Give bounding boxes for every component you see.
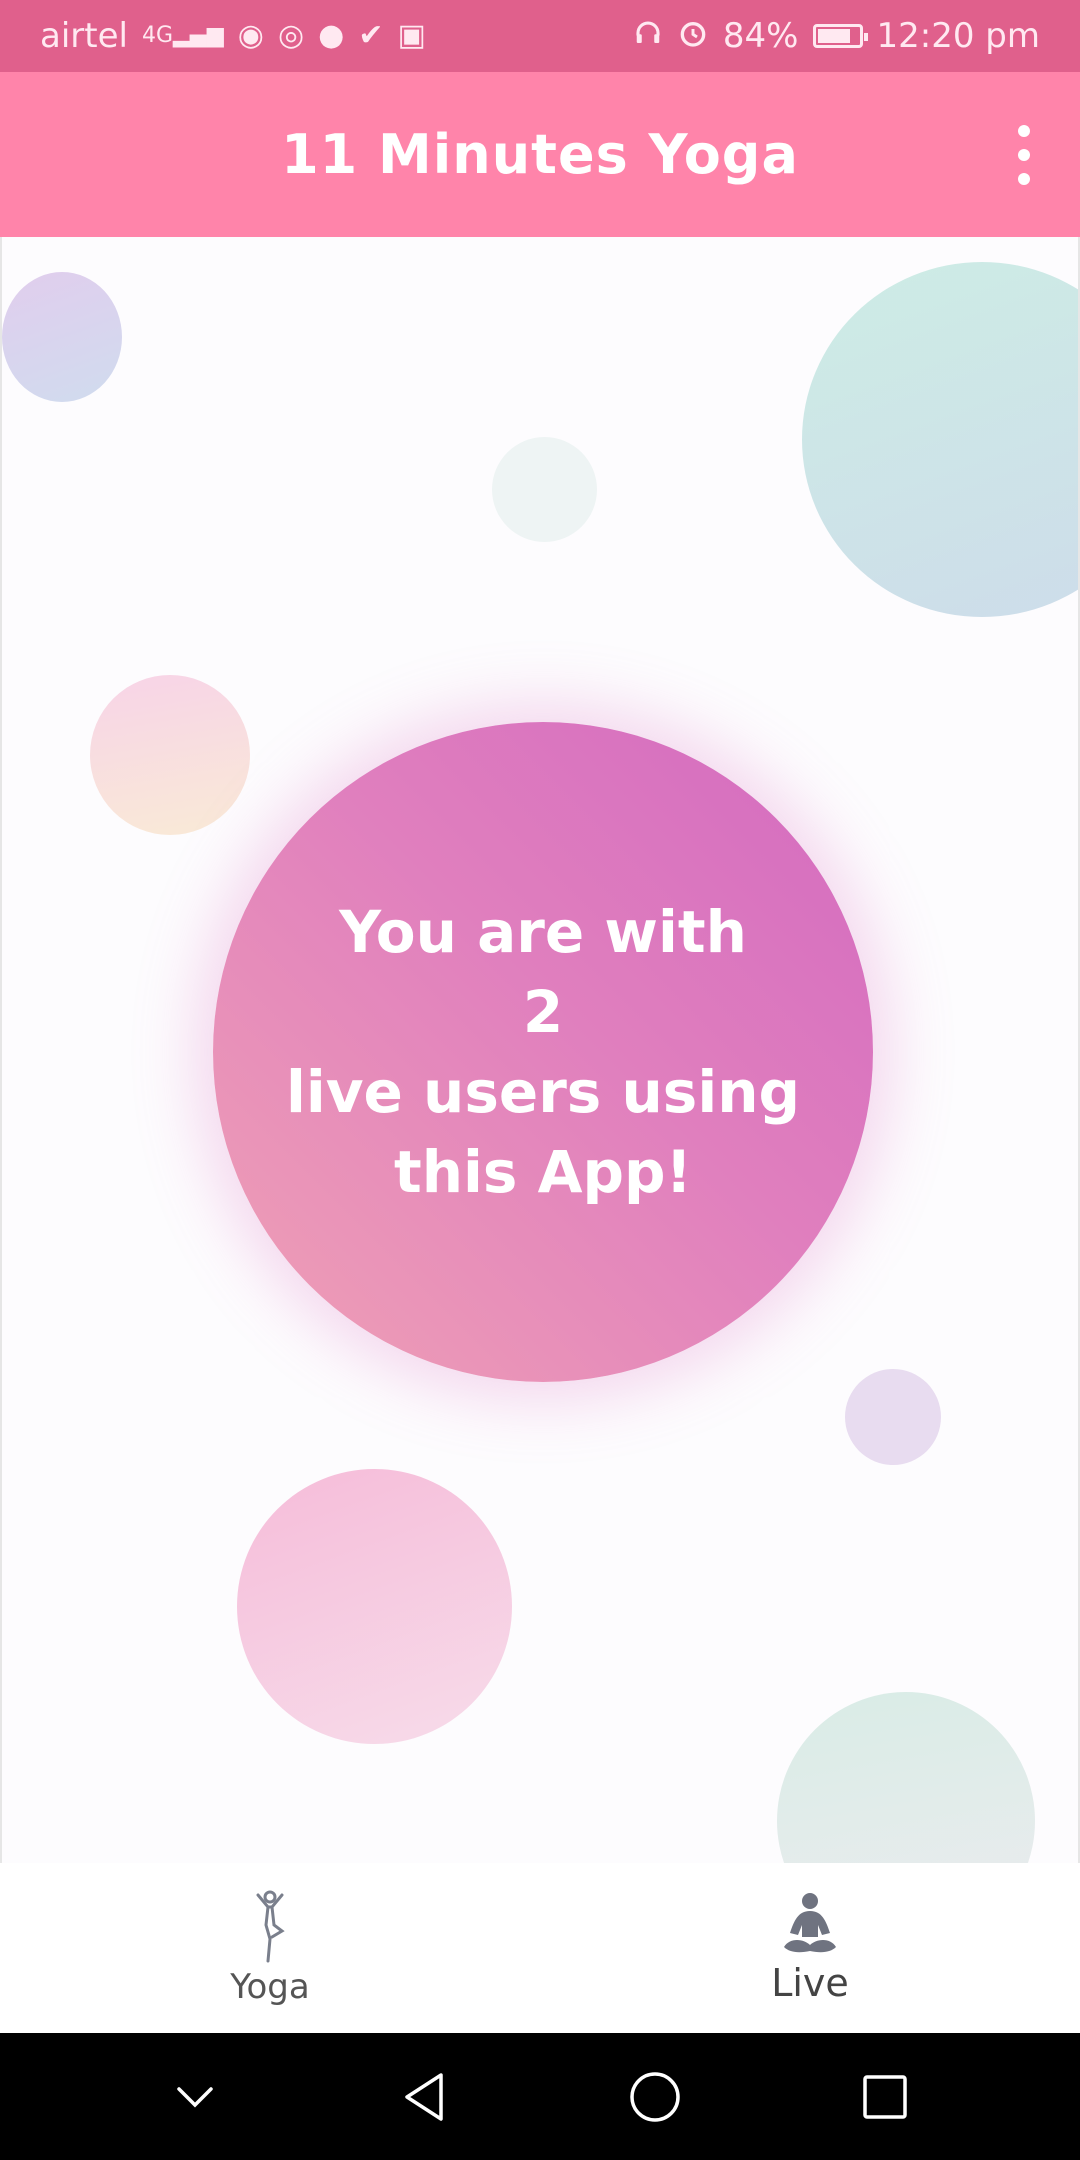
status-bar: airtel 4G▂▄▆ ◉ ◎ ● ✔ ▣ 84% 12:20 pm xyxy=(0,0,1080,72)
live-users-circle: You are with 2 live users using this App… xyxy=(213,722,873,1382)
decorative-bubble xyxy=(492,437,597,542)
check-icon: ✔ xyxy=(358,18,384,53)
chat-icon: ● xyxy=(318,18,345,53)
decorative-bubble xyxy=(2,272,122,402)
chevron-down-icon xyxy=(177,2086,213,2107)
live-content: You are with 2 live users using this App… xyxy=(0,237,1080,1863)
battery-percent: 84% xyxy=(722,16,799,56)
tab-yoga[interactable]: Yoga xyxy=(0,1863,540,2033)
back-triangle-icon xyxy=(405,2072,443,2121)
live-text-line1: You are with xyxy=(339,898,747,966)
hide-nav-button[interactable] xyxy=(155,2057,235,2137)
alarm-icon xyxy=(677,17,709,55)
tab-live-label: Live xyxy=(771,1961,849,2005)
hotspot-icon: ◉ xyxy=(237,18,264,53)
meditation-icon xyxy=(784,1893,836,1953)
clock: 12:20 pm xyxy=(876,16,1041,56)
live-text-line3: live users using xyxy=(285,1058,801,1126)
sim-icon: ▣ xyxy=(397,18,426,53)
decorative-bubble xyxy=(90,675,250,835)
more-vert-icon-dot xyxy=(1018,124,1030,137)
system-navigation-bar xyxy=(0,2033,1080,2160)
more-vert-icon-dot xyxy=(1018,148,1030,161)
bottom-navigation: Yoga Live xyxy=(0,1863,1080,2033)
decorative-bubble xyxy=(845,1369,941,1465)
tab-live[interactable]: Live xyxy=(540,1863,1080,2033)
home-button[interactable] xyxy=(615,2057,695,2137)
live-text-line4: this App! xyxy=(394,1138,692,1206)
app-title: 11 Minutes Yoga xyxy=(281,123,799,186)
recents-square-icon xyxy=(863,2074,907,2119)
status-left: airtel 4G▂▄▆ ◉ ◎ ● ✔ ▣ xyxy=(40,16,426,56)
carrier-name: airtel xyxy=(40,16,128,56)
battery-icon xyxy=(812,24,868,48)
live-user-count: 2 xyxy=(522,978,564,1046)
decorative-bubble xyxy=(237,1469,512,1744)
yoga-tree-pose-icon xyxy=(256,1890,285,1963)
decorative-bubble xyxy=(777,1692,1035,1863)
recents-button[interactable] xyxy=(845,2057,925,2137)
chrome-icon: ◎ xyxy=(277,18,305,53)
overflow-menu-button[interactable] xyxy=(1012,124,1036,185)
decorative-bubble xyxy=(802,262,1078,617)
signal-icon: 4G▂▄▆ xyxy=(141,23,224,48)
more-vert-icon-dot xyxy=(1018,172,1030,185)
network-type: 4G xyxy=(141,23,174,48)
back-button[interactable] xyxy=(385,2057,465,2137)
tab-yoga-label: Yoga xyxy=(230,1967,310,2007)
status-right: 84% 12:20 pm xyxy=(633,16,1040,56)
app-bar: 11 Minutes Yoga xyxy=(0,72,1080,237)
headphones-icon xyxy=(633,18,663,54)
home-circle-icon xyxy=(630,2071,680,2122)
